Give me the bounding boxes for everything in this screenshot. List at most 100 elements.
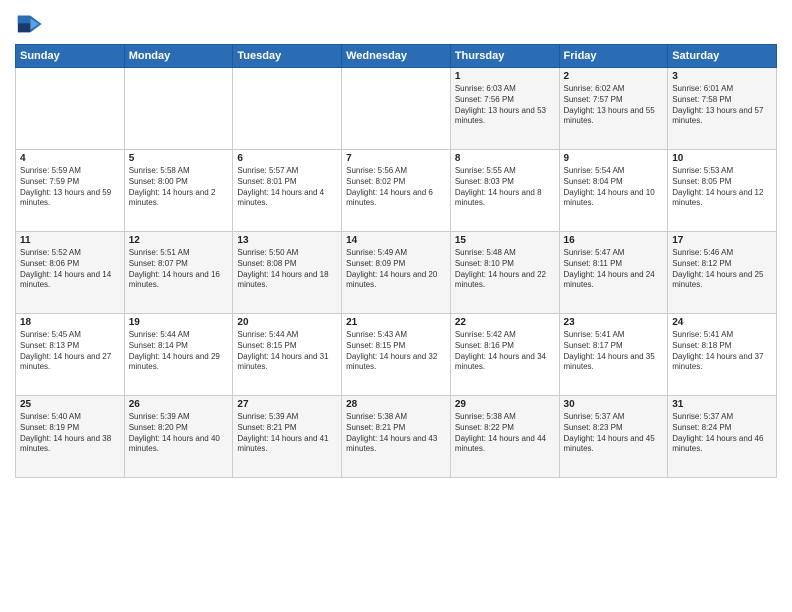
col-header-thursday: Thursday bbox=[450, 45, 559, 68]
logo-icon bbox=[15, 10, 43, 38]
day-number: 10 bbox=[672, 153, 772, 164]
cell-2-4: 7 Sunrise: 5:56 AMSunset: 8:02 PMDaylight… bbox=[342, 150, 451, 232]
day-number: 4 bbox=[20, 153, 120, 164]
calendar-body: 1 Sunrise: 6:03 AMSunset: 7:56 PMDaylight… bbox=[16, 68, 777, 478]
day-number: 31 bbox=[672, 399, 772, 410]
day-number: 13 bbox=[237, 235, 337, 246]
cell-4-7: 24 Sunrise: 5:41 AMSunset: 8:18 PMDayligh… bbox=[668, 314, 777, 396]
cell-3-5: 15 Sunrise: 5:48 AMSunset: 8:10 PMDayligh… bbox=[450, 232, 559, 314]
day-number: 19 bbox=[129, 317, 229, 328]
header bbox=[15, 10, 777, 38]
day-number: 12 bbox=[129, 235, 229, 246]
day-number: 6 bbox=[237, 153, 337, 164]
day-number: 28 bbox=[346, 399, 446, 410]
cell-1-4 bbox=[342, 68, 451, 150]
cell-1-7: 3 Sunrise: 6:01 AMSunset: 7:58 PMDaylight… bbox=[668, 68, 777, 150]
col-header-wednesday: Wednesday bbox=[342, 45, 451, 68]
cell-4-2: 19 Sunrise: 5:44 AMSunset: 8:14 PMDayligh… bbox=[124, 314, 233, 396]
col-header-sunday: Sunday bbox=[16, 45, 125, 68]
cell-3-2: 12 Sunrise: 5:51 AMSunset: 8:07 PMDayligh… bbox=[124, 232, 233, 314]
cell-5-2: 26 Sunrise: 5:39 AMSunset: 8:20 PMDayligh… bbox=[124, 396, 233, 478]
day-number: 2 bbox=[564, 71, 664, 82]
cell-4-3: 20Sunrise: 5:44 AMSunset: 8:15 PMDayligh… bbox=[233, 314, 342, 396]
cell-info: Sunrise: 5:41 AMSunset: 8:18 PMDaylight:… bbox=[672, 330, 772, 373]
week-row-4: 18 Sunrise: 5:45 AMSunset: 8:13 PMDayligh… bbox=[16, 314, 777, 396]
calendar-header: SundayMondayTuesdayWednesdayThursdayFrid… bbox=[16, 45, 777, 68]
cell-info: Sunrise: 6:02 AMSunset: 7:57 PMDaylight:… bbox=[564, 84, 664, 127]
cell-info: Sunrise: 5:58 AMSunset: 8:00 PMDaylight:… bbox=[129, 166, 229, 209]
day-number: 18 bbox=[20, 317, 120, 328]
header-row: SundayMondayTuesdayWednesdayThursdayFrid… bbox=[16, 45, 777, 68]
cell-info: Sunrise: 5:39 AMSunset: 8:20 PMDaylight:… bbox=[129, 412, 229, 455]
cell-2-1: 4Sunrise: 5:59 AMSunset: 7:59 PMDaylight… bbox=[16, 150, 125, 232]
cell-info: Sunrise: 5:47 AMSunset: 8:11 PMDaylight:… bbox=[564, 248, 664, 291]
cell-5-1: 25 Sunrise: 5:40 AMSunset: 8:19 PMDayligh… bbox=[16, 396, 125, 478]
cell-info: Sunrise: 5:53 AMSunset: 8:05 PMDaylight:… bbox=[672, 166, 772, 209]
cell-4-5: 22Sunrise: 5:42 AMSunset: 8:16 PMDayligh… bbox=[450, 314, 559, 396]
cell-2-2: 5Sunrise: 5:58 AMSunset: 8:00 PMDaylight… bbox=[124, 150, 233, 232]
cell-info: Sunrise: 5:49 AMSunset: 8:09 PMDaylight:… bbox=[346, 248, 446, 291]
day-number: 9 bbox=[564, 153, 664, 164]
cell-info: Sunrise: 5:57 AMSunset: 8:01 PMDaylight:… bbox=[237, 166, 337, 209]
cell-1-1 bbox=[16, 68, 125, 150]
day-number: 14 bbox=[346, 235, 446, 246]
cell-2-3: 6 Sunrise: 5:57 AMSunset: 8:01 PMDaylight… bbox=[233, 150, 342, 232]
cell-4-1: 18 Sunrise: 5:45 AMSunset: 8:13 PMDayligh… bbox=[16, 314, 125, 396]
cell-info: Sunrise: 5:37 AMSunset: 8:24 PMDaylight:… bbox=[672, 412, 772, 455]
cell-info: Sunrise: 5:54 AMSunset: 8:04 PMDaylight:… bbox=[564, 166, 664, 209]
cell-info: Sunrise: 5:46 AMSunset: 8:12 PMDaylight:… bbox=[672, 248, 772, 291]
cell-5-6: 30 Sunrise: 5:37 AMSunset: 8:23 PMDayligh… bbox=[559, 396, 668, 478]
week-row-2: 4Sunrise: 5:59 AMSunset: 7:59 PMDaylight… bbox=[16, 150, 777, 232]
cell-info: Sunrise: 5:48 AMSunset: 8:10 PMDaylight:… bbox=[455, 248, 555, 291]
day-number: 16 bbox=[564, 235, 664, 246]
cell-5-5: 29Sunrise: 5:38 AMSunset: 8:22 PMDayligh… bbox=[450, 396, 559, 478]
day-number: 7 bbox=[346, 153, 446, 164]
day-number: 17 bbox=[672, 235, 772, 246]
cell-info: Sunrise: 5:39 AMSunset: 8:21 PMDaylight:… bbox=[237, 412, 337, 455]
week-row-5: 25 Sunrise: 5:40 AMSunset: 8:19 PMDayligh… bbox=[16, 396, 777, 478]
cell-info: Sunrise: 6:01 AMSunset: 7:58 PMDaylight:… bbox=[672, 84, 772, 127]
cell-5-3: 27 Sunrise: 5:39 AMSunset: 8:21 PMDayligh… bbox=[233, 396, 342, 478]
day-number: 15 bbox=[455, 235, 555, 246]
week-row-3: 11 Sunrise: 5:52 AMSunset: 8:06 PMDayligh… bbox=[16, 232, 777, 314]
cell-info: Sunrise: 5:43 AMSunset: 8:15 PMDaylight:… bbox=[346, 330, 446, 373]
day-number: 30 bbox=[564, 399, 664, 410]
col-header-tuesday: Tuesday bbox=[233, 45, 342, 68]
cell-info: Sunrise: 5:56 AMSunset: 8:02 PMDaylight:… bbox=[346, 166, 446, 209]
cell-1-5: 1 Sunrise: 6:03 AMSunset: 7:56 PMDaylight… bbox=[450, 68, 559, 150]
cell-5-7: 31 Sunrise: 5:37 AMSunset: 8:24 PMDayligh… bbox=[668, 396, 777, 478]
cell-3-4: 14 Sunrise: 5:49 AMSunset: 8:09 PMDayligh… bbox=[342, 232, 451, 314]
day-number: 21 bbox=[346, 317, 446, 328]
cell-info: Sunrise: 5:40 AMSunset: 8:19 PMDaylight:… bbox=[20, 412, 120, 455]
day-number: 20 bbox=[237, 317, 337, 328]
day-number: 27 bbox=[237, 399, 337, 410]
cell-1-3 bbox=[233, 68, 342, 150]
cell-info: Sunrise: 5:50 AMSunset: 8:08 PMDaylight:… bbox=[237, 248, 337, 291]
day-number: 26 bbox=[129, 399, 229, 410]
cell-4-4: 21 Sunrise: 5:43 AMSunset: 8:15 PMDayligh… bbox=[342, 314, 451, 396]
col-header-saturday: Saturday bbox=[668, 45, 777, 68]
day-number: 25 bbox=[20, 399, 120, 410]
cell-info: Sunrise: 5:44 AMSunset: 8:14 PMDaylight:… bbox=[129, 330, 229, 373]
cell-1-6: 2 Sunrise: 6:02 AMSunset: 7:57 PMDaylight… bbox=[559, 68, 668, 150]
cell-info: Sunrise: 5:52 AMSunset: 8:06 PMDaylight:… bbox=[20, 248, 120, 291]
cell-info: Sunrise: 5:38 AMSunset: 8:21 PMDaylight:… bbox=[346, 412, 446, 455]
day-number: 11 bbox=[20, 235, 120, 246]
cell-info: Sunrise: 5:55 AMSunset: 8:03 PMDaylight:… bbox=[455, 166, 555, 209]
col-header-monday: Monday bbox=[124, 45, 233, 68]
day-number: 29 bbox=[455, 399, 555, 410]
cell-info: Sunrise: 5:45 AMSunset: 8:13 PMDaylight:… bbox=[20, 330, 120, 373]
cell-4-6: 23Sunrise: 5:41 AMSunset: 8:17 PMDayligh… bbox=[559, 314, 668, 396]
day-number: 3 bbox=[672, 71, 772, 82]
cell-info: Sunrise: 5:37 AMSunset: 8:23 PMDaylight:… bbox=[564, 412, 664, 455]
logo bbox=[15, 10, 47, 38]
day-number: 22 bbox=[455, 317, 555, 328]
cell-3-3: 13 Sunrise: 5:50 AMSunset: 8:08 PMDayligh… bbox=[233, 232, 342, 314]
cell-3-6: 16 Sunrise: 5:47 AMSunset: 8:11 PMDayligh… bbox=[559, 232, 668, 314]
day-number: 1 bbox=[455, 71, 555, 82]
cell-info: Sunrise: 5:51 AMSunset: 8:07 PMDaylight:… bbox=[129, 248, 229, 291]
cell-info: Sunrise: 5:41 AMSunset: 8:17 PMDaylight:… bbox=[564, 330, 664, 373]
day-number: 24 bbox=[672, 317, 772, 328]
col-header-friday: Friday bbox=[559, 45, 668, 68]
cell-info: Sunrise: 6:03 AMSunset: 7:56 PMDaylight:… bbox=[455, 84, 555, 127]
